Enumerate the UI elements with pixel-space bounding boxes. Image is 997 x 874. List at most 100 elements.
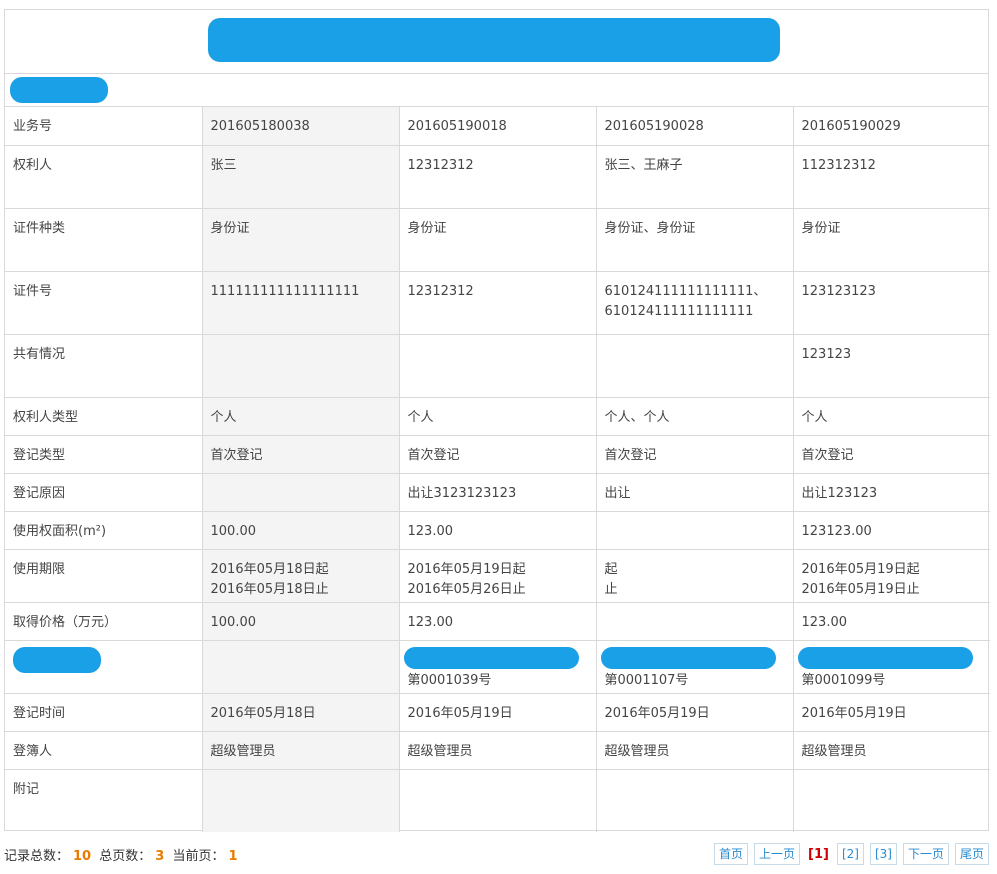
subtitle-row xyxy=(5,74,988,107)
table-cell: 610124111111111111、 610124111111111111 xyxy=(596,271,794,335)
table-row: 第0001039号 第0001107号 第0001099号 xyxy=(5,640,990,694)
row-label: 业务号 xyxy=(5,107,203,146)
table-cell: 12312312 xyxy=(399,271,597,335)
next-page-button[interactable]: 下一页 xyxy=(902,843,949,865)
table-cell: 身份证 xyxy=(399,208,597,272)
table-cell: 第0001039号 xyxy=(399,640,597,694)
record-summary: 记录总数： 10 总页数： 3 当前页： 1 xyxy=(4,845,242,864)
table-cell xyxy=(202,473,400,512)
table-cell: 身份证 xyxy=(793,208,990,272)
total-label: 记录总数： xyxy=(4,849,70,864)
table-cell xyxy=(596,511,794,550)
redacted-title xyxy=(208,18,780,62)
row-label: 登记类型 xyxy=(5,435,203,474)
prev-page-button[interactable]: 上一页 xyxy=(754,843,801,865)
table-cell: 个人、个人 xyxy=(596,397,794,436)
redacted-certificate xyxy=(797,646,973,669)
row-label: 权利人 xyxy=(5,145,203,209)
table-cell xyxy=(596,334,794,398)
table-row: 附记 xyxy=(5,769,990,832)
table-cell: 个人 xyxy=(202,397,400,436)
row-label: 登记原因 xyxy=(5,473,203,512)
table-cell: 123123.00 xyxy=(793,511,990,550)
table-row: 共有情况 123123 xyxy=(5,334,990,398)
redacted-subtitle xyxy=(10,77,108,103)
table-cell xyxy=(399,334,597,398)
table-cell: 123.00 xyxy=(793,602,990,641)
row-label: 登簿人 xyxy=(5,731,203,770)
table-cell: 首次登记 xyxy=(202,435,400,474)
table-cell: 2016年05月19日 xyxy=(399,693,597,732)
row-label: 使用权面积(m²) xyxy=(5,511,203,550)
pages-label: 总页数： xyxy=(99,849,152,864)
table-cell: 首次登记 xyxy=(399,435,597,474)
table-cell: 2016年05月19日 xyxy=(596,693,794,732)
page-3-button[interactable]: [3] xyxy=(869,843,897,865)
table-cell: 超级管理员 xyxy=(793,731,990,770)
table-cell: 111111111111111111 xyxy=(202,271,400,335)
current-label: 当前页： xyxy=(172,849,225,864)
redacted-certificate xyxy=(600,646,776,669)
row-label: 登记时间 xyxy=(5,693,203,732)
table-row: 登簿人 超级管理员 超级管理员 超级管理员 超级管理员 xyxy=(5,731,990,770)
table-cell: 张三、王麻子 xyxy=(596,145,794,209)
current-page: 1 xyxy=(228,849,238,864)
row-label: 证件号 xyxy=(5,271,203,335)
table-cell: 123.00 xyxy=(399,511,597,550)
page-2-button[interactable]: [2] xyxy=(836,843,864,865)
table-row: 使用权面积(m²) 100.00 123.00 123123.00 xyxy=(5,511,990,550)
table-cell: 首次登记 xyxy=(596,435,794,474)
title-row xyxy=(5,10,988,74)
register-table: 业务号 201605180038 201605190018 201605190028 2… xyxy=(5,107,990,832)
table-cell: 2016年05月19日 xyxy=(793,693,990,732)
table-row: 证件种类 身份证 身份证 身份证、身份证 身份证 xyxy=(5,208,990,272)
table-cell: 超级管理员 xyxy=(596,731,794,770)
redacted-label xyxy=(13,646,101,673)
table-cell: 第0001107号 xyxy=(596,640,794,694)
last-page-button[interactable]: 尾页 xyxy=(954,843,989,865)
table-cell: 2016年05月19日起 2016年05月19日止 xyxy=(793,549,990,603)
table-row: 使用期限 2016年05月18日起 2016年05月18日止 2016年05月19日… xyxy=(5,549,990,603)
table-cell: 超级管理员 xyxy=(399,731,597,770)
table-cell xyxy=(793,769,990,832)
table-cell: 12312312 xyxy=(399,145,597,209)
table-cell: 出让3123123123 xyxy=(399,473,597,512)
table-cell: 首次登记 xyxy=(793,435,990,474)
table-row: 登记原因 出让3123123123 出让 出让123123 xyxy=(5,473,990,512)
table-cell: 100.00 xyxy=(202,602,400,641)
row-label: 取得价格（万元） xyxy=(5,602,203,641)
pagination: 首页 上一页 [1] [2] [3] 下一页 尾页 xyxy=(714,843,989,865)
table-cell: 出让123123 xyxy=(793,473,990,512)
table-cell: 起 止 xyxy=(596,549,794,603)
redacted-certificate xyxy=(403,646,579,669)
row-label: 共有情况 xyxy=(5,334,203,398)
table-row: 取得价格（万元） 100.00 123.00 123.00 xyxy=(5,602,990,641)
table-cell: 100.00 xyxy=(202,511,400,550)
table-cell xyxy=(596,769,794,832)
table-cell: 超级管理员 xyxy=(202,731,400,770)
table-row: 证件号 111111111111111111 12312312 61012411111… xyxy=(5,271,990,335)
table-cell: 201605190018 xyxy=(399,107,597,146)
first-page-button[interactable]: 首页 xyxy=(714,843,749,865)
table-cell: 123123 xyxy=(793,334,990,398)
current-page-indicator: [1] xyxy=(808,846,829,862)
table-row: 业务号 201605180038 201605190018 201605190028 2… xyxy=(5,107,990,146)
total-count: 10 xyxy=(73,849,92,864)
table-cell: 张三 xyxy=(202,145,400,209)
row-label: 使用期限 xyxy=(5,549,203,603)
table-cell: 2016年05月18日 xyxy=(202,693,400,732)
row-label: 附记 xyxy=(5,769,203,832)
table-cell: 112312312 xyxy=(793,145,990,209)
table-cell: 身份证 xyxy=(202,208,400,272)
table-row: 权利人类型 个人 个人 个人、个人 个人 xyxy=(5,397,990,436)
table-cell: 201605180038 xyxy=(202,107,400,146)
register-table-body: 业务号 201605180038 201605190018 201605190028 2… xyxy=(5,107,990,832)
table-cell: 身份证、身份证 xyxy=(596,208,794,272)
table-cell: 201605190029 xyxy=(793,107,990,146)
table-cell xyxy=(399,769,597,832)
table-row: 登记类型 首次登记 首次登记 首次登记 首次登记 xyxy=(5,435,990,474)
table-cell: 个人 xyxy=(793,397,990,436)
row-label: 权利人类型 xyxy=(5,397,203,436)
table-row: 登记时间 2016年05月18日 2016年05月19日 2016年05月19日 201… xyxy=(5,693,990,732)
table-cell: 123.00 xyxy=(399,602,597,641)
